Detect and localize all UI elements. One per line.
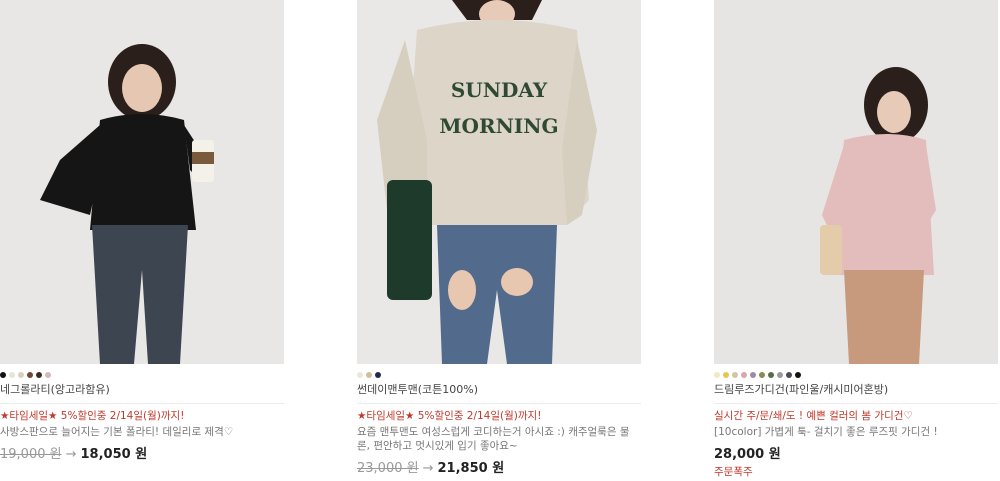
arrow-icon: → (422, 461, 434, 476)
product-image[interactable] (714, 0, 998, 364)
price: 28,000 원 (714, 447, 781, 462)
product-description: [10color] 가볍게 툭- 걸치기 좋은 루즈핏 가디건 ! (714, 426, 938, 438)
color-swatch[interactable] (36, 372, 42, 378)
product-image[interactable] (0, 0, 284, 364)
color-swatch[interactable] (732, 372, 738, 378)
color-swatch[interactable] (375, 372, 381, 378)
color-swatch[interactable] (0, 372, 6, 378)
color-swatch[interactable] (741, 372, 747, 378)
color-swatch[interactable] (714, 372, 720, 378)
sale-price: 21,850 원 (437, 461, 505, 476)
promo-text: ★타임세일★ 5%할인중 2/14일(월)까지! (0, 410, 185, 422)
price-row: 28,000 원 (714, 443, 998, 462)
promo-text: ★타임세일★ 5%할인중 2/14일(월)까지! (357, 410, 542, 422)
arrow-icon: → (65, 447, 77, 462)
color-swatch[interactable] (9, 372, 15, 378)
color-swatch[interactable] (18, 372, 24, 378)
sweatshirt-print-line-1: SUNDAY (451, 78, 548, 102)
sweatshirt-print-line-2: MORNING (439, 114, 558, 138)
color-swatches (0, 372, 284, 378)
original-price: 19,000 원 (0, 447, 62, 462)
product-photo-pink-cardigan (714, 0, 998, 364)
divider (357, 403, 641, 404)
product-name[interactable]: 네그롤라티(앙고라함유) (0, 381, 284, 397)
color-swatch[interactable] (777, 372, 783, 378)
product-description: 요즘 맨투맨도 여성스럽게 코디하는거 아시죠 :) 캐주얼룩은 물론, 편안하… (357, 426, 630, 452)
product-name[interactable]: 썬데이맨투맨(코튼100%) (357, 381, 641, 397)
divider (714, 403, 998, 404)
color-swatch[interactable] (750, 372, 756, 378)
color-swatch[interactable] (759, 372, 765, 378)
color-swatch[interactable] (27, 372, 33, 378)
divider (0, 403, 284, 404)
product-description: 사방스판으로 늘어지는 기본 폴라티! 데일리로 제격♡ (0, 426, 234, 438)
color-swatch[interactable] (366, 372, 372, 378)
product-card[interactable]: 네그롤라티(앙고라함유) ★타임세일★ 5%할인중 2/14일(월)까지! 사방… (0, 0, 284, 462)
product-card[interactable]: SUNDAY MORNING 썬데이맨투맨(코튼100%) ★타임세일★ 5%할… (357, 0, 641, 476)
color-swatch[interactable] (786, 372, 792, 378)
order-rush-badge: 주문폭주 (714, 466, 753, 478)
color-swatch[interactable] (45, 372, 51, 378)
sale-price: 18,050 원 (80, 447, 148, 462)
product-card[interactable]: 드림루즈가디건(파인울/캐시미어혼방) 실시간 주/문/쇄/도 ! 예쁜 컬러의… (714, 0, 998, 479)
promo-text: 실시간 주/문/쇄/도 ! 예쁜 컬러의 봄 가디건♡ (714, 410, 913, 422)
product-photo-sweatshirt: SUNDAY MORNING (357, 0, 641, 364)
color-swatch[interactable] (357, 372, 363, 378)
product-name[interactable]: 드림루즈가디건(파인울/캐시미어혼방) (714, 381, 998, 397)
product-photo-black-turtleneck (0, 0, 284, 364)
original-price: 23,000 원 (357, 461, 419, 476)
product-image[interactable]: SUNDAY MORNING (357, 0, 641, 364)
color-swatch[interactable] (768, 372, 774, 378)
color-swatch[interactable] (723, 372, 729, 378)
color-swatch[interactable] (795, 372, 801, 378)
price-row: 23,000 원 → 21,850 원 (357, 457, 641, 476)
color-swatches (357, 372, 641, 378)
price-row: 19,000 원 → 18,050 원 (0, 443, 284, 462)
color-swatches (714, 372, 998, 378)
